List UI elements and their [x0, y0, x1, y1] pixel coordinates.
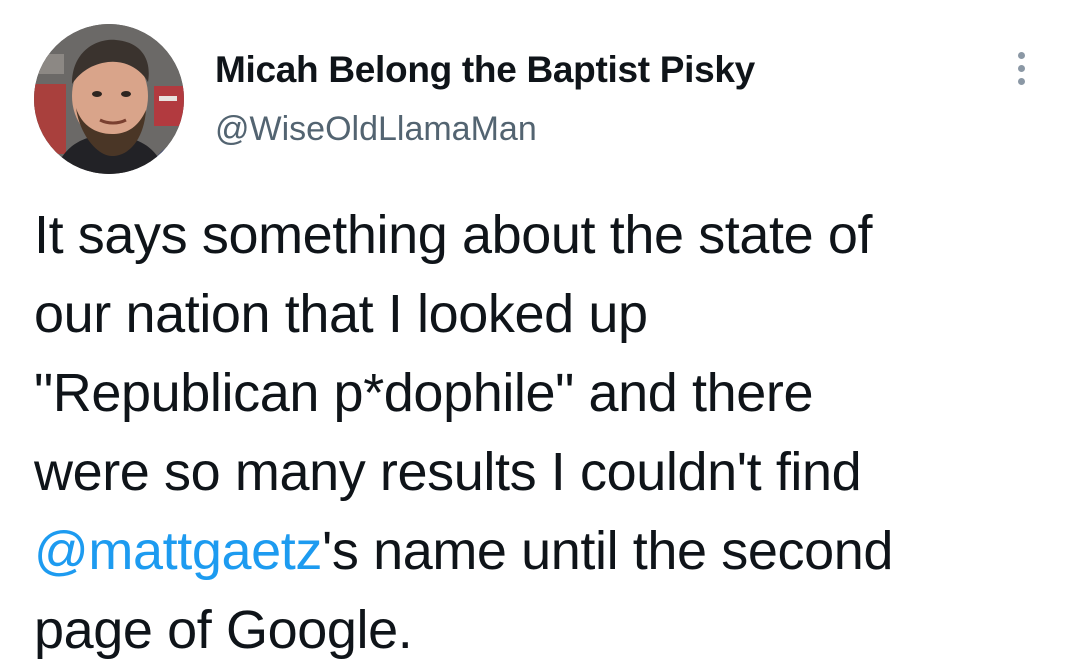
- more-options-icon: [1018, 52, 1025, 59]
- tweet-text-line: @mattgaetz's name until the second: [34, 512, 1054, 591]
- tweet-text-line: It says something about the state of: [34, 205, 873, 265]
- mention-link[interactable]: @mattgaetz: [34, 521, 322, 581]
- more-options-icon: [1018, 78, 1025, 85]
- user-handle[interactable]: @WiseOldLlamaMan: [215, 108, 537, 150]
- display-name[interactable]: Micah Belong the Baptist Pisky: [215, 48, 755, 92]
- avatar[interactable]: [34, 24, 184, 174]
- tweet-text-line: were so many results I couldn't find: [34, 442, 862, 502]
- tweet-text: It says something about the state of our…: [34, 196, 1054, 670]
- tweet-text-line: page of Google.: [34, 600, 413, 660]
- tweet-text-line: "Republican p*dophile" and there: [34, 363, 814, 423]
- tweet-text-line: our nation that I looked up: [34, 284, 648, 344]
- more-options-icon: [1018, 65, 1025, 72]
- more-options-button[interactable]: [1008, 46, 1038, 90]
- tweet-card: Micah Belong the Baptist Pisky @WiseOldL…: [0, 0, 1080, 664]
- avatar-photo: [34, 24, 184, 174]
- mention-suffix-text: 's name until the second: [321, 521, 894, 581]
